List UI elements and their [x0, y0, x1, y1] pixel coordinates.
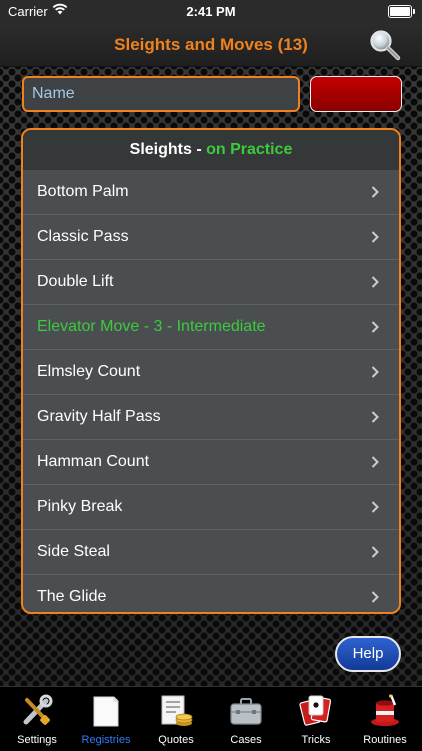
tab-settings-label: Settings	[17, 734, 57, 746]
list-item[interactable]: Hamman Count	[23, 439, 399, 484]
list-item[interactable]: Pinky Break	[23, 484, 399, 529]
list-header-title: Sleights -	[129, 141, 207, 158]
page-title: Sleights and Moves (13)	[114, 35, 308, 54]
list-header-filter: on Practice	[206, 141, 293, 158]
navigation-bar: Sleights and Moves (13)	[0, 24, 422, 67]
sleights-list-panel: Sleights - on Practice Bottom Palm Classi…	[21, 128, 401, 614]
chevron-right-icon	[371, 456, 379, 468]
list-items: Bottom Palm Classic Pass Double Lift Elevat…	[23, 170, 399, 612]
tab-registries[interactable]: Registries	[71, 687, 141, 751]
invoice-coins-icon	[161, 695, 193, 726]
name-search-input[interactable]	[22, 76, 300, 112]
tab-settings[interactable]: Settings	[2, 687, 72, 751]
magic-hat-icon	[371, 694, 399, 726]
list-item-label: Bottom Palm	[37, 183, 129, 200]
list-item-label: Double Lift	[37, 273, 114, 290]
chevron-right-icon	[371, 186, 379, 198]
list-item[interactable]: The Glide	[23, 574, 399, 612]
list-item[interactable]: Gravity Half Pass	[23, 394, 399, 439]
battery-icon	[388, 5, 415, 18]
chevron-right-icon	[371, 276, 379, 288]
tab-tricks[interactable]: Tricks	[281, 687, 351, 751]
list-item[interactable]: Elevator Move - 3 - Intermediate	[23, 304, 399, 349]
list-item-label: Elevator Move - 3 - Intermediate	[37, 318, 266, 335]
list-item-label: Gravity Half Pass	[37, 408, 161, 425]
tab-routines[interactable]: Routines	[350, 687, 420, 751]
tab-cases-label: Cases	[230, 734, 262, 746]
chevron-right-icon	[371, 411, 379, 423]
chevron-right-icon	[371, 321, 379, 333]
list-item-label: Side Steal	[37, 543, 110, 560]
chevron-right-icon	[371, 366, 379, 378]
list-item[interactable]: Elmsley Count	[23, 349, 399, 394]
list-item[interactable]: Side Steal	[23, 529, 399, 574]
tab-quotes[interactable]: Quotes	[141, 687, 211, 751]
list-item-label: Pinky Break	[37, 498, 123, 515]
tools-icon	[23, 694, 53, 725]
chevron-right-icon	[371, 591, 379, 603]
tab-routines-label: Routines	[363, 734, 407, 746]
paper-icon	[93, 696, 119, 727]
red-action-button[interactable]	[310, 76, 402, 112]
help-button[interactable]: Help	[335, 636, 401, 672]
tab-bar: Settings Registries Quotes Cases Tricks …	[0, 686, 422, 751]
search-magnifier-icon[interactable]	[368, 28, 402, 62]
list-item[interactable]: Classic Pass	[23, 214, 399, 259]
playing-cards-icon	[299, 695, 332, 726]
list-header: Sleights - on Practice	[23, 130, 399, 170]
tab-tricks-label: Tricks	[301, 734, 331, 746]
chevron-right-icon	[371, 546, 379, 558]
status-bar: Carrier 2:41 PM	[0, 0, 422, 24]
list-item-label: The Glide	[37, 588, 107, 605]
tab-registries-label: Registries	[81, 734, 131, 746]
tab-quotes-label: Quotes	[158, 734, 194, 746]
list-item[interactable]: Double Lift	[23, 259, 399, 304]
list-item[interactable]: Bottom Palm	[23, 170, 399, 214]
list-item-label: Elmsley Count	[37, 363, 141, 380]
briefcase-icon	[230, 698, 262, 725]
chevron-right-icon	[371, 501, 379, 513]
search-row	[22, 76, 402, 114]
tab-cases[interactable]: Cases	[211, 687, 281, 751]
chevron-right-icon	[371, 231, 379, 243]
status-time: 2:41 PM	[186, 4, 236, 19]
list-item-label: Hamman Count	[37, 453, 150, 470]
list-item-label: Classic Pass	[37, 228, 129, 245]
